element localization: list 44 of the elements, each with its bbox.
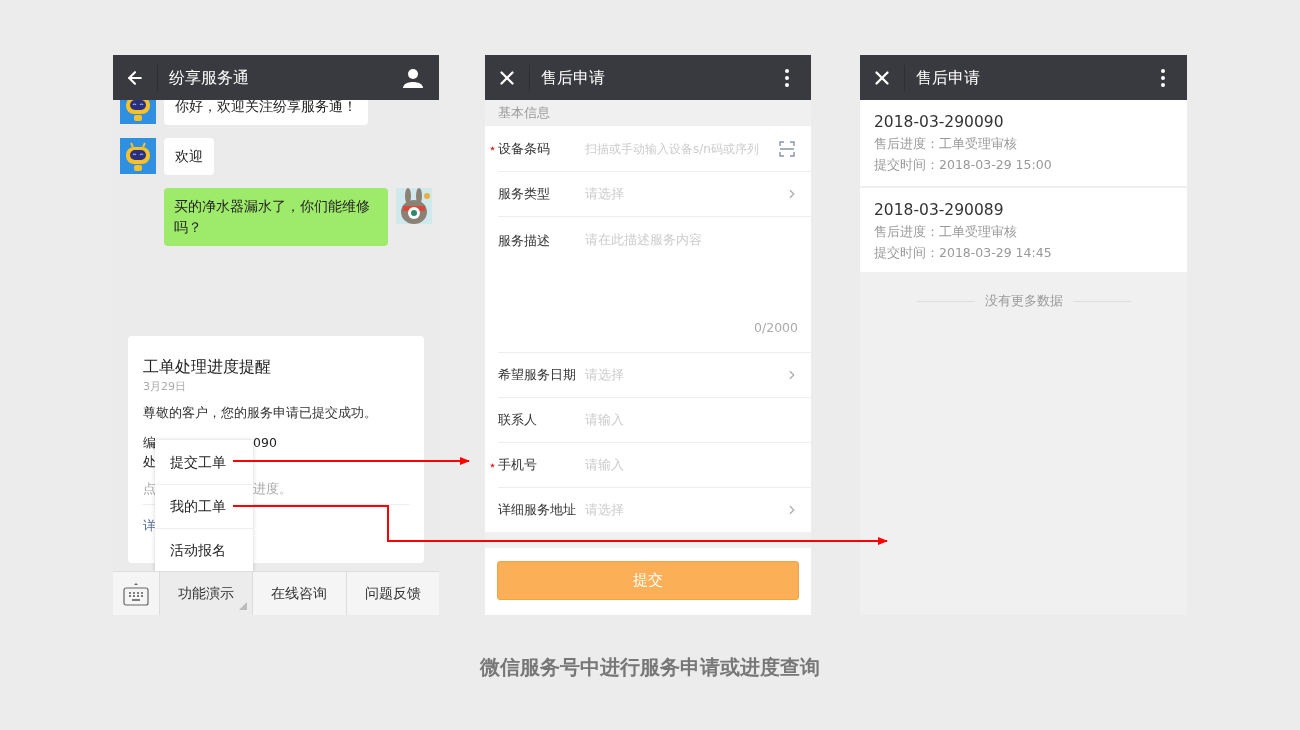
field-label: 服务类型 [498, 185, 551, 204]
order-number: 2018-03-290089 [874, 200, 1005, 221]
field-label: 希望服务日期 [498, 366, 577, 385]
card-title: 工单处理进度提醒 [143, 356, 272, 378]
card-text: 090 [253, 434, 277, 453]
order-number: 2018-03-290090 [874, 112, 1005, 133]
window-title: 售后申请 [916, 66, 981, 89]
card-text: 进度。 [253, 479, 292, 498]
section-header: 基本信息 [498, 103, 550, 122]
order-detail-text: 提交时间：2018-03-29 14:45 [874, 243, 1053, 262]
submenu-corner-icon [239, 602, 248, 610]
more-icon[interactable] [1161, 68, 1165, 87]
field-label: 联系人 [498, 411, 538, 430]
card-text: 处 [143, 453, 156, 472]
field-label: 手机号 [498, 456, 538, 475]
order-detail-text: 提交时间：2018-03-29 15:00 [874, 155, 1053, 174]
message-bubble: 买的净水器漏水了，你们能维修吗？ [164, 188, 388, 246]
field-label: 详细服务地址 [498, 501, 577, 520]
field-label: 设备条码 [498, 139, 551, 158]
window-title: 纷享服务通 [169, 66, 250, 89]
card-text: 尊敬的客户，您的服务申请已提交成功。 [143, 403, 378, 422]
end-of-list-text: 没有更多数据 [984, 292, 1063, 310]
card-date: 3月29日 [143, 379, 187, 395]
field-label: 服务描述 [498, 232, 551, 250]
more-icon[interactable] [785, 68, 789, 87]
menu-item[interactable]: 提交工单 [155, 440, 253, 484]
card-text[interactable]: 详 [143, 517, 156, 537]
order-item[interactable]: 2018-03-290089 售后进度：工单受理审核 提交时间：2018-03-29 14:45 [860, 186, 1187, 272]
caption: 微信服务号中进行服务申请或进度查询 [480, 654, 820, 681]
card-text: 编 [143, 434, 156, 453]
order-item[interactable]: 2018-03-290090 售后进度：工单受理审核 提交时间：2018-03-29 15:00 [860, 100, 1187, 186]
robot-avatar-icon [120, 138, 156, 174]
window-title: 售后申请 [541, 66, 606, 89]
keyboard-icon[interactable] [123, 581, 149, 606]
person-icon[interactable] [403, 67, 423, 88]
order-detail-text: 售后进度：工单受理审核 [874, 135, 1018, 153]
menu-tab[interactable]: 在线咨询 [253, 572, 347, 615]
menu-item[interactable]: 我的工单 [155, 484, 253, 528]
menu-tab[interactable]: 问题反馈 [346, 572, 439, 615]
message-bubble: 欢迎 [164, 138, 214, 175]
menu-tab[interactable]: 功能演示 [160, 572, 254, 615]
card-text: 点 [143, 479, 156, 498]
character-counter: 0/2000 [754, 319, 798, 338]
order-detail-text: 售后进度：工单受理审核 [874, 223, 1018, 241]
